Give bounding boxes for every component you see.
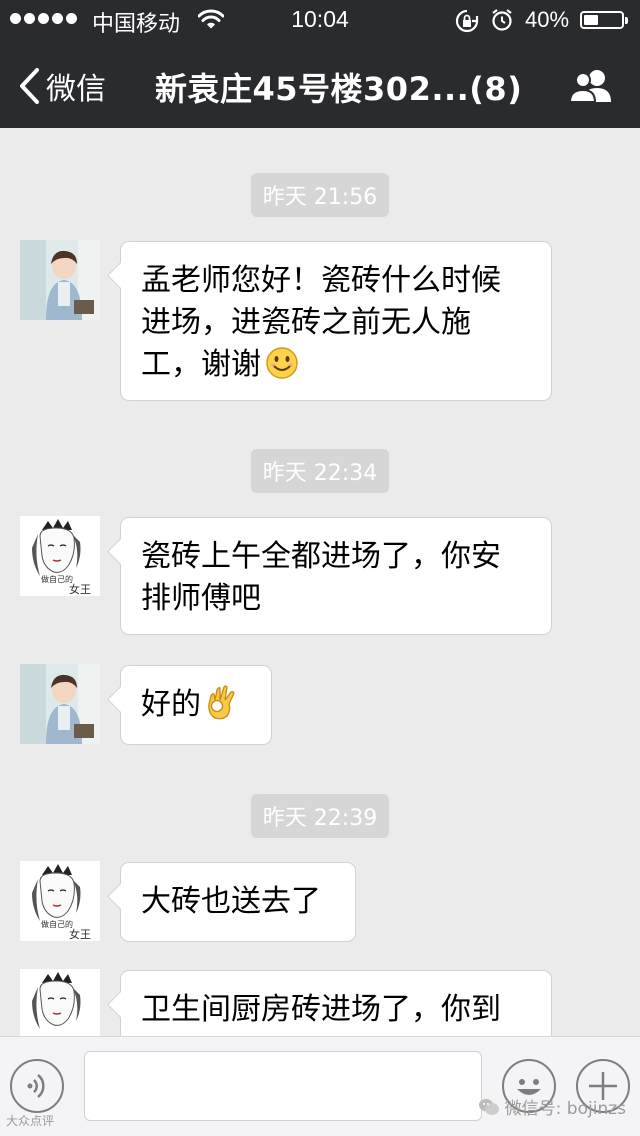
timestamp-text: 昨天 22:34 bbox=[250, 449, 390, 493]
battery-icon bbox=[580, 11, 628, 29]
group-members-icon bbox=[568, 70, 611, 103]
message-bubble[interactable]: 瓷砖上午全都进场了，你安 排师傅吧 bbox=[120, 517, 552, 635]
input-bar bbox=[0, 1036, 640, 1136]
timestamp-divider: 昨天 22:39 bbox=[0, 794, 640, 838]
watermark: 微信号: bojinzs bbox=[478, 1094, 626, 1119]
timestamp-divider: 昨天 22:34 bbox=[0, 449, 640, 493]
chat-title: 新袁庄45号楼302...(8) bbox=[155, 70, 523, 108]
battery-level bbox=[584, 15, 598, 25]
message-bubble[interactable]: 大砖也送去了 bbox=[120, 862, 356, 942]
message-line: 工，谢谢 bbox=[141, 347, 261, 382]
message-input[interactable] bbox=[84, 1051, 482, 1121]
smile-emoji-icon bbox=[266, 347, 298, 379]
avatar[interactable]: 做自己的 女王 bbox=[20, 861, 100, 941]
message-line: 好的 bbox=[141, 687, 201, 722]
chevron-left-icon bbox=[20, 68, 39, 104]
avatar-caption: 女王 bbox=[69, 927, 91, 941]
message-line: 进场，进瓷砖之前无人施 bbox=[141, 305, 471, 340]
avatar[interactable] bbox=[20, 969, 100, 1036]
group-members-button[interactable] bbox=[567, 66, 617, 106]
status-bar: 中国移动 10:04 40% bbox=[0, 0, 640, 42]
watermark-text: 微信号: bojinzs bbox=[504, 1099, 626, 1119]
message-line-with-emoji: 工，谢谢 bbox=[141, 344, 531, 386]
child-avatar-image bbox=[20, 664, 100, 744]
watermark-left: 大众点评 bbox=[6, 1112, 54, 1129]
message-bubble[interactable]: 卫生间厨房砖进场了，你到 bbox=[120, 970, 552, 1036]
rotation-lock-icon bbox=[455, 9, 479, 39]
message-line: 卫生间厨房砖进场了，你到 bbox=[141, 992, 501, 1027]
child-avatar-image bbox=[20, 240, 100, 320]
queen-avatar-image bbox=[20, 969, 100, 1036]
voice-button[interactable] bbox=[10, 1059, 64, 1113]
message-line: 孟老师您好！瓷砖什么时候 bbox=[141, 263, 501, 298]
message-bubble[interactable]: 孟老师您好！瓷砖什么时候 进场，进瓷砖之前无人施 工，谢谢 bbox=[120, 241, 552, 401]
watermark-left-text: 大众点评 bbox=[6, 1114, 55, 1128]
message-line: 大砖也送去了 bbox=[141, 884, 321, 919]
timestamp-text: 昨天 22:39 bbox=[250, 794, 390, 838]
alarm-icon bbox=[490, 8, 514, 38]
message-line-with-emoji: 好的 bbox=[141, 684, 251, 726]
ok-hand-emoji-icon bbox=[208, 685, 235, 720]
timestamp-divider: 昨天 21:56 bbox=[0, 173, 640, 217]
avatar[interactable] bbox=[20, 664, 100, 744]
avatar[interactable] bbox=[20, 240, 100, 320]
voice-icon bbox=[27, 1074, 45, 1098]
nav-bar: 微信 新袁庄45号楼302...(8) bbox=[0, 42, 640, 128]
message-bubble[interactable]: 好的 bbox=[120, 665, 272, 745]
battery-percent: 40% bbox=[525, 7, 570, 32]
queen-avatar-image: 做自己的 女王 bbox=[20, 516, 100, 596]
avatar[interactable]: 做自己的 女王 bbox=[20, 516, 100, 596]
back-label: 微信 bbox=[46, 72, 106, 107]
message-line: 瓷砖上午全都进场了，你安 bbox=[141, 539, 501, 574]
timestamp-text: 昨天 21:56 bbox=[250, 173, 390, 217]
message-line: 排师傅吧 bbox=[141, 581, 261, 616]
wechat-logo-icon bbox=[478, 1098, 499, 1115]
chat-area[interactable]: 昨天 21:56 孟老师您好！瓷砖什么时候 进场，进瓷砖之前无人施 工，谢谢 昨… bbox=[0, 128, 640, 1036]
avatar-caption: 女王 bbox=[69, 582, 91, 596]
queen-avatar-image: 做自己的 女王 bbox=[20, 861, 100, 941]
back-button[interactable]: 微信 bbox=[18, 64, 106, 108]
